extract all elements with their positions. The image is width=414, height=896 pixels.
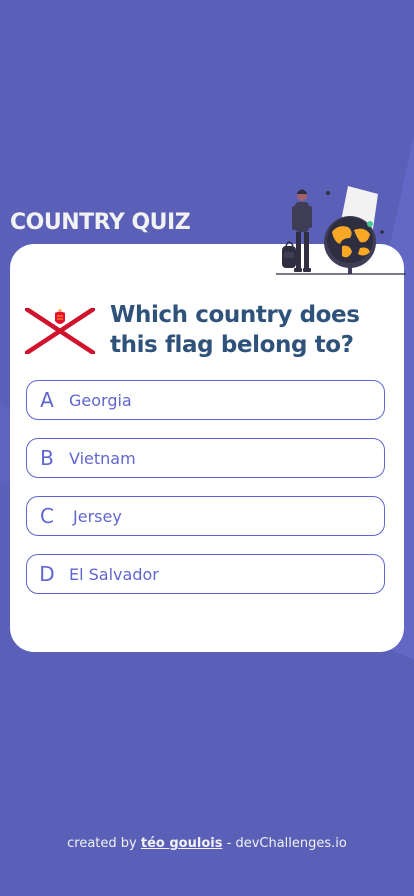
jersey-flag-icon	[25, 308, 95, 354]
option-letter: A	[40, 388, 54, 412]
author-link[interactable]: téo goulois	[141, 836, 223, 851]
quiz-card: Which country does this flag belong to? …	[10, 244, 404, 652]
option-text: Vietnam	[69, 448, 136, 468]
option-letter: D	[39, 562, 55, 586]
footer: created by téo goulois - devChallenges.i…	[0, 836, 414, 851]
option-letter: B	[40, 446, 54, 470]
footer-site: devChallenges.io	[235, 836, 347, 851]
option-text: El Salvador	[69, 564, 159, 584]
option-letter: C	[40, 504, 54, 528]
option-text: Jersey	[73, 506, 122, 526]
page-title: COUNTRY QUIZ	[10, 210, 191, 235]
answer-option-c[interactable]: C Jersey	[26, 496, 385, 536]
answer-option-b[interactable]: B Vietnam	[26, 438, 385, 478]
answer-option-d[interactable]: D El Salvador	[26, 554, 385, 594]
footer-separator: -	[226, 836, 232, 851]
question-text: Which country does this flag belong to?	[110, 302, 360, 358]
footer-prefix: created by	[67, 836, 137, 851]
traveler-globe-illustration	[276, 186, 406, 275]
option-text: Georgia	[69, 390, 132, 410]
answer-option-a[interactable]: A Georgia	[26, 380, 385, 420]
